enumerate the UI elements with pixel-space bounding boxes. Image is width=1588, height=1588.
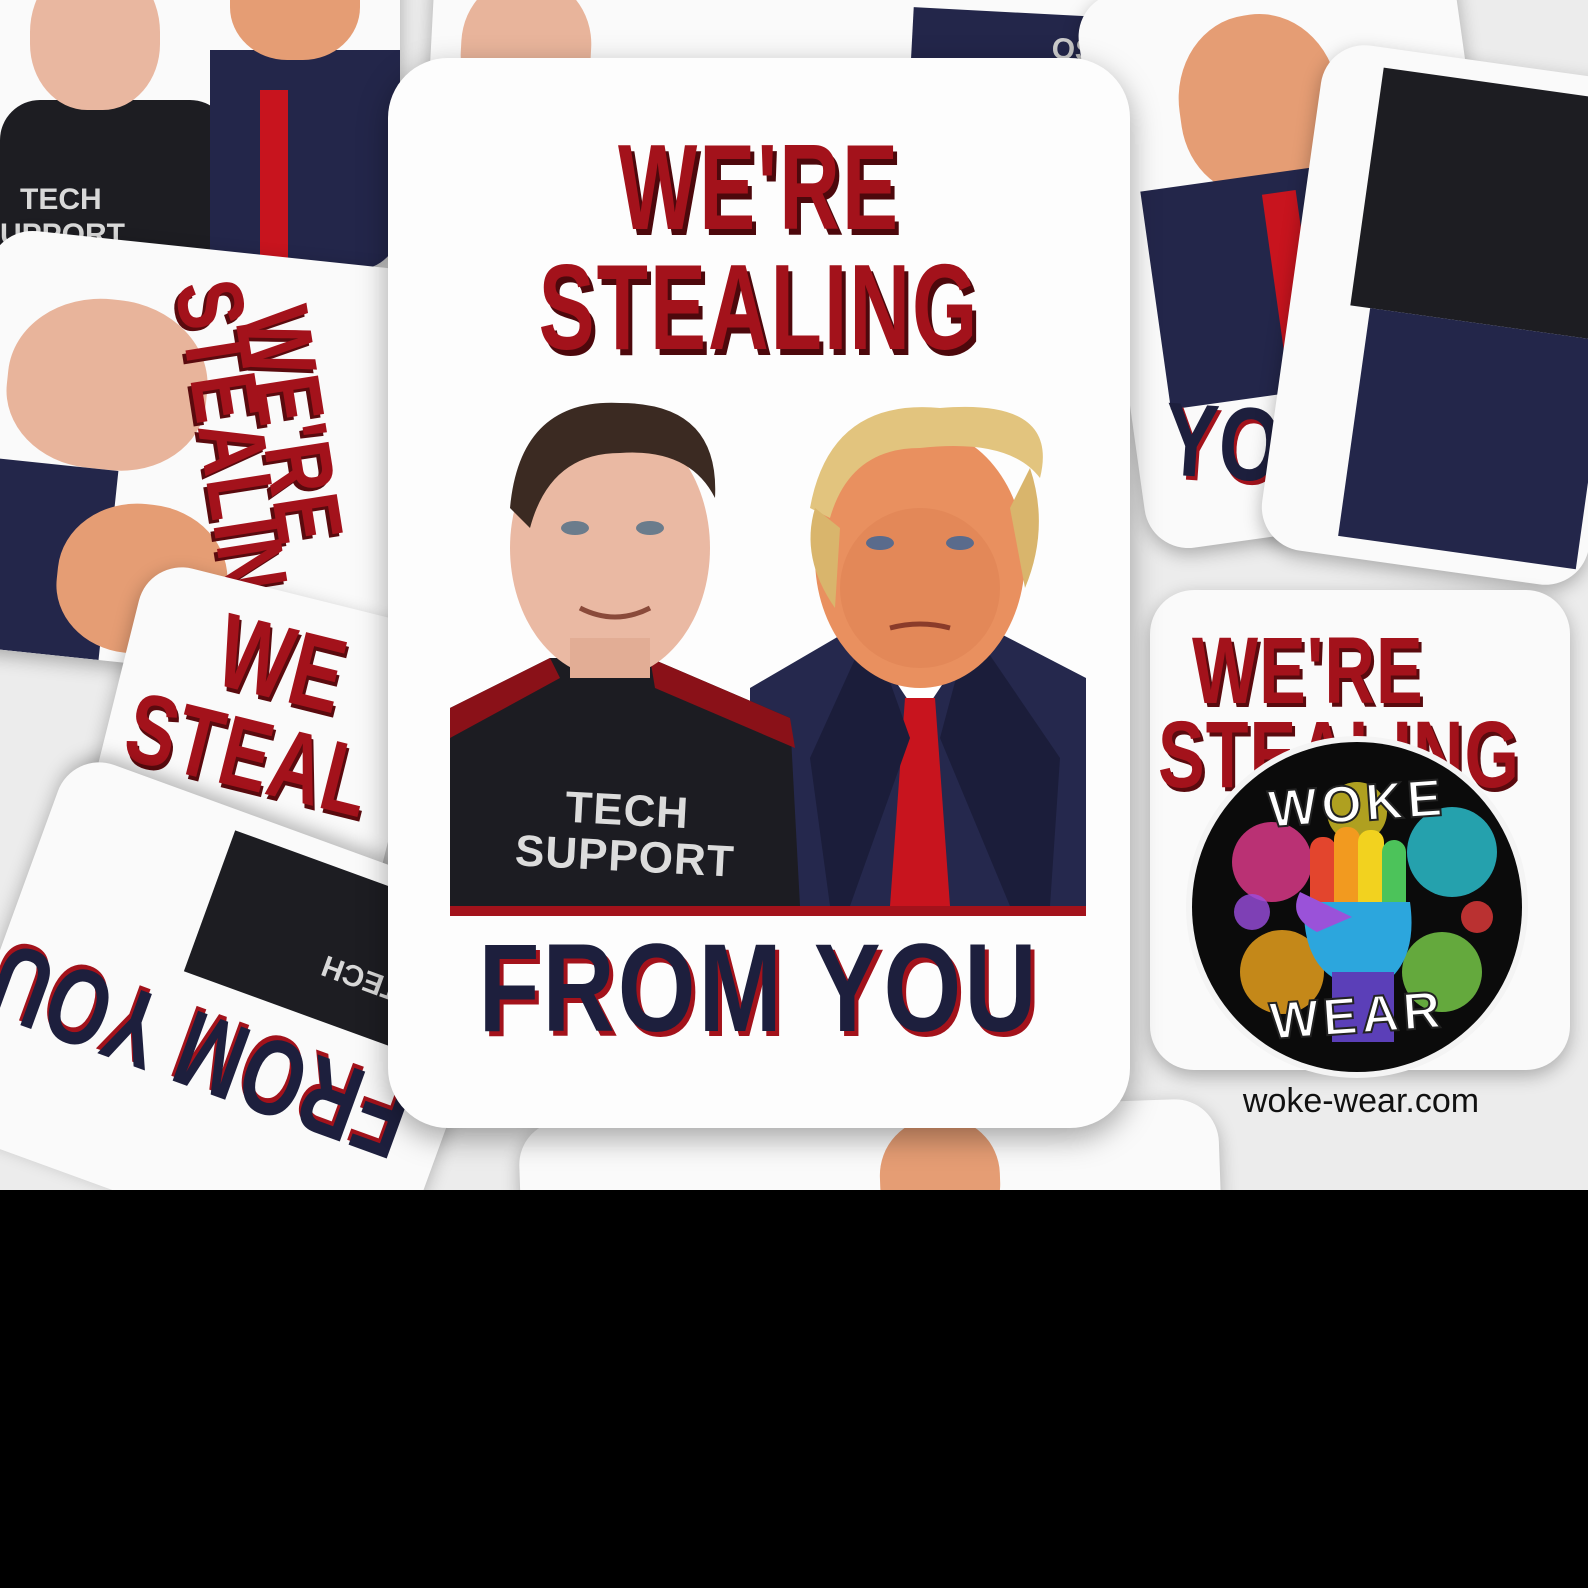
shirt-text: TECH SUPPORT xyxy=(504,782,749,887)
shirt-illustration xyxy=(1350,67,1588,339)
sticker-headline-line-3: FROM YOU xyxy=(478,918,1040,1059)
website-url: woke-wear.com xyxy=(1242,1082,1480,1120)
background-shirt-text: TECH xyxy=(20,183,102,216)
tie-illustration xyxy=(260,90,288,270)
portrait-illustration: TECH SUPPORT xyxy=(450,358,1086,906)
sticker-headline-line-2: STEALING xyxy=(538,238,980,376)
face-illustration xyxy=(30,0,160,110)
brand-logo: WOKE WEAR xyxy=(1192,742,1522,1072)
background-sticker: TECH UPPORT xyxy=(0,0,400,270)
sticker-headline-line-1: WE'RE xyxy=(618,118,900,256)
suit-illustration xyxy=(1338,308,1588,570)
main-sticker: WE'RE STEALING TECH SUPPORT FROM YOU xyxy=(388,58,1130,1128)
suit-illustration xyxy=(210,50,400,270)
product-photo: TECH UPPORT OS YOU WE'RE STEALIN WE STEA… xyxy=(0,0,1588,1190)
divider-line xyxy=(450,906,1086,916)
